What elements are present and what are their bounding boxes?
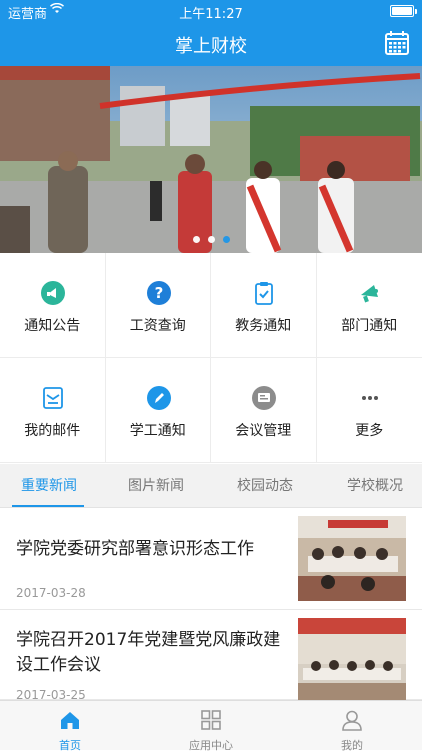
tabbar-mine[interactable]: 我的	[282, 701, 422, 751]
grid-item-label: 工资查询	[106, 315, 211, 335]
news-title: 学院召开2017年党建暨党风廉政建设工作会议	[16, 628, 286, 678]
tab-indicator	[12, 505, 84, 507]
function-grid: 通知公告 ? 工资查询 教务通知 部门通知 我的邮件 学工通知 会议管理	[0, 253, 422, 464]
grid-item-academic[interactable]: 教务通知	[211, 253, 317, 358]
calendar-icon[interactable]	[384, 30, 410, 56]
news-thumbnail	[298, 618, 406, 703]
bullhorn-icon	[358, 281, 382, 305]
clipboard-check-icon	[252, 281, 276, 305]
battery-icon	[390, 5, 414, 17]
grid-item-salary[interactable]: ? 工资查询	[106, 253, 212, 358]
home-icon	[59, 709, 81, 731]
grid-item-label: 会议管理	[211, 420, 316, 440]
grid-item-student-affairs[interactable]: 学工通知	[106, 358, 212, 463]
meeting-icon	[252, 386, 276, 410]
news-title: 学院党委研究部署意识形态工作	[16, 537, 286, 562]
grid-item-mail[interactable]: 我的邮件	[0, 358, 106, 463]
banner-carousel[interactable]	[0, 66, 422, 253]
grid-icon	[200, 709, 222, 731]
grid-item-department[interactable]: 部门通知	[317, 253, 422, 358]
carousel-dot[interactable]	[208, 236, 215, 243]
grid-item-notice[interactable]: 通知公告	[0, 253, 106, 358]
mail-icon	[41, 386, 65, 410]
tab-photo-news[interactable]: 图片新闻	[101, 464, 211, 508]
banner-photo	[0, 66, 422, 253]
grid-item-label: 更多	[317, 420, 422, 440]
grid-item-label: 学工通知	[106, 420, 211, 440]
more-icon	[358, 386, 382, 410]
tab-school-overview[interactable]: 学校概况	[320, 464, 422, 508]
tab-important-news[interactable]: 重要新闻	[0, 464, 104, 508]
bottom-tab-bar: 首页 应用中心 我的	[0, 700, 422, 750]
grid-item-more[interactable]: 更多	[317, 358, 422, 463]
carousel-dot-active[interactable]	[223, 236, 230, 243]
tabbar-label: 首页	[0, 737, 140, 753]
grid-item-label: 我的邮件	[0, 420, 105, 440]
grid-item-label: 部门通知	[317, 315, 422, 335]
page-title: 掌上财校	[0, 32, 422, 58]
nav-bar: 掌上财校	[0, 22, 422, 66]
tabbar-apps[interactable]: 应用中心	[141, 701, 281, 751]
grid-item-label: 教务通知	[211, 315, 316, 335]
grid-item-meeting[interactable]: 会议管理	[211, 358, 317, 463]
status-bar: 运营商 上午11:27	[0, 0, 422, 22]
question-icon: ?	[147, 281, 171, 305]
news-tabs: 重要新闻 图片新闻 校园动态 学校概况	[0, 464, 422, 508]
list-item[interactable]: 学院召开2017年党建暨党风廉政建设工作会议 2017-03-25	[0, 610, 422, 700]
list-item[interactable]: 学院党委研究部署意识形态工作 2017-03-28	[0, 508, 422, 610]
megaphone-icon	[41, 281, 65, 305]
news-date: 2017-03-28	[16, 586, 86, 600]
pen-icon	[147, 386, 171, 410]
tabbar-home[interactable]: 首页	[0, 701, 140, 751]
tab-campus-news[interactable]: 校园动态	[210, 464, 320, 508]
news-thumbnail	[298, 516, 406, 601]
carousel-dot[interactable]	[193, 236, 200, 243]
clock: 上午11:27	[0, 3, 422, 22]
grid-item-label: 通知公告	[0, 315, 105, 335]
carousel-dots[interactable]	[0, 228, 422, 247]
svg-text:?: ?	[154, 284, 163, 302]
user-icon	[341, 709, 363, 731]
tabbar-label: 应用中心	[141, 737, 281, 753]
tabbar-label: 我的	[282, 737, 422, 753]
